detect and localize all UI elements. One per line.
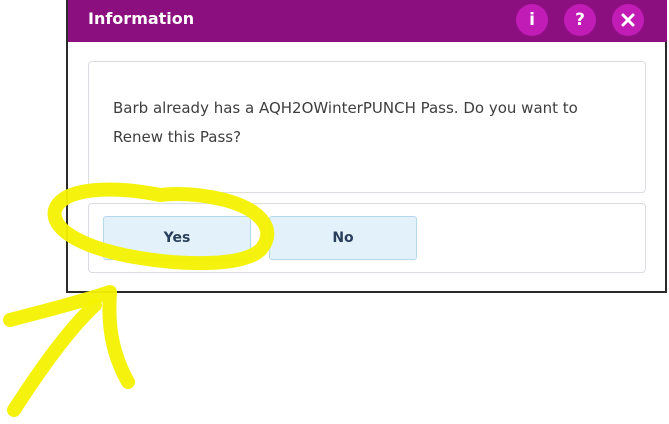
dialog-titlebar: Information i ? [68,0,667,42]
dialog-message: Barb already has a AQH2OWinterPUNCH Pass… [113,99,578,146]
yes-button[interactable]: Yes [103,216,251,260]
dialog-button-panel: Yes No [88,203,646,273]
help-icon[interactable]: ? [564,4,596,36]
help-icon-glyph: ? [575,10,585,30]
close-x-glyph [621,13,635,27]
dialog-title: Information [88,9,195,28]
message-panel: Barb already has a AQH2OWinterPUNCH Pass… [88,61,646,193]
highlight-arrow-shaft [7,298,102,417]
information-dialog: Information i ? Barb already has a AQH2O… [66,0,667,293]
highlight-arrow-head [3,285,135,389]
screenshot-stage: Information i ? Barb already has a AQH2O… [0,0,669,424]
close-icon[interactable] [612,4,644,36]
info-icon[interactable]: i [516,4,548,36]
no-button[interactable]: No [269,216,417,260]
info-icon-glyph: i [529,10,535,30]
